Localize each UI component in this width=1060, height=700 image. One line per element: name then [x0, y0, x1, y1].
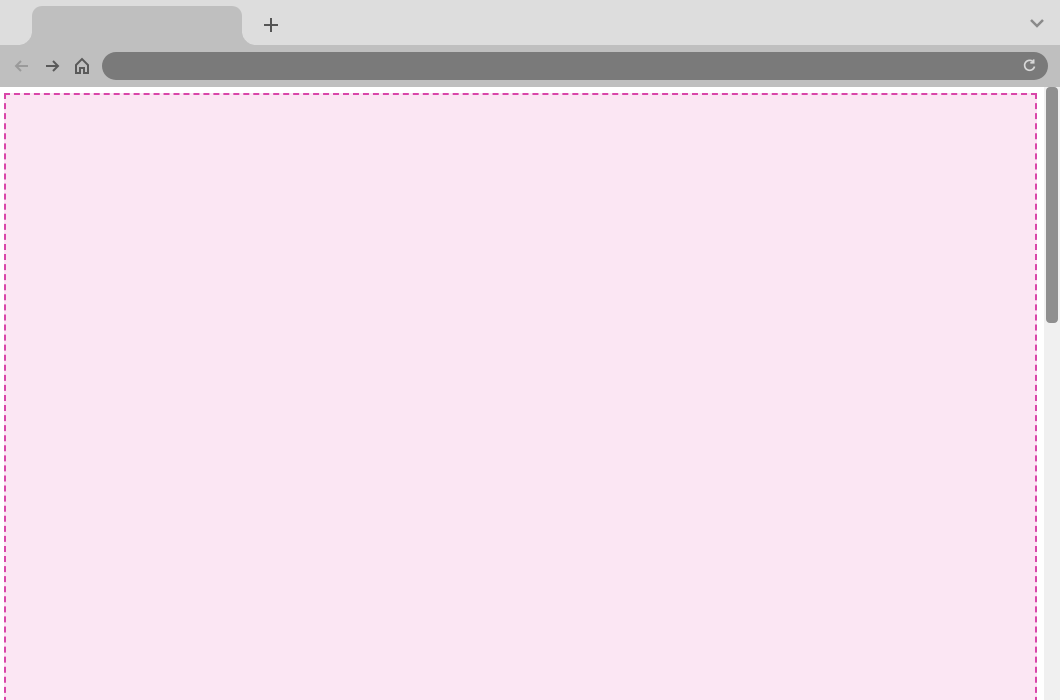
chevron-down-icon — [1028, 14, 1046, 32]
page-content — [0, 87, 1044, 700]
toolbar — [0, 45, 1060, 87]
url-input[interactable] — [112, 59, 1020, 74]
new-tab-button[interactable] — [262, 16, 280, 34]
viewport — [0, 87, 1060, 700]
arrow-right-icon — [43, 57, 61, 75]
tabs-overflow-button[interactable] — [1028, 14, 1046, 32]
scrollbar-thumb[interactable] — [1046, 87, 1058, 323]
inspector-highlight-box — [4, 93, 1037, 700]
vertical-scrollbar[interactable] — [1044, 87, 1060, 700]
home-icon — [73, 57, 91, 75]
back-button[interactable] — [12, 56, 32, 76]
tab-strip — [0, 0, 1060, 45]
arrow-left-icon — [13, 57, 31, 75]
reload-icon — [1022, 59, 1037, 74]
active-tab[interactable] — [32, 6, 242, 45]
reload-button[interactable] — [1020, 57, 1038, 75]
plus-icon — [262, 16, 280, 34]
address-bar[interactable] — [102, 52, 1048, 80]
forward-button[interactable] — [42, 56, 62, 76]
home-button[interactable] — [72, 56, 92, 76]
